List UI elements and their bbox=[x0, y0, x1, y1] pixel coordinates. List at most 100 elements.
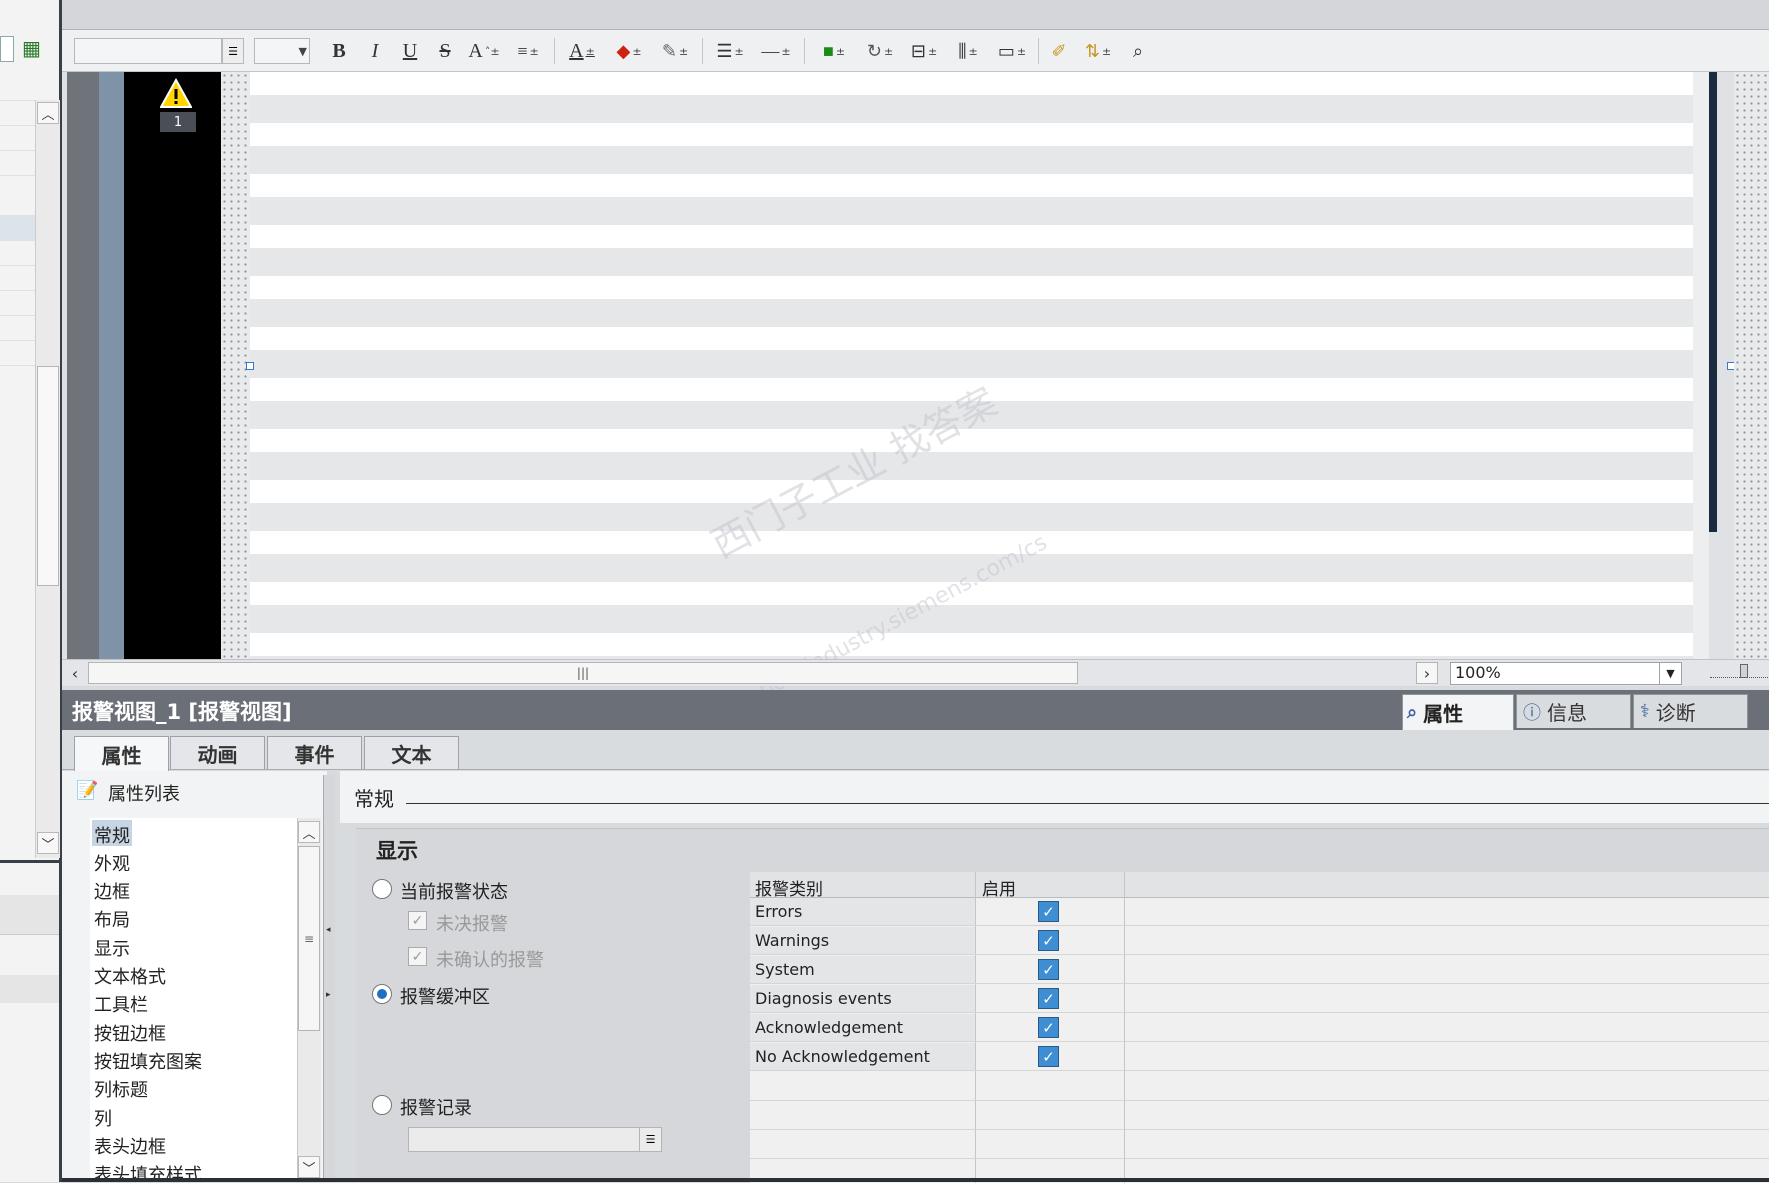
zoom-slider[interactable] bbox=[1710, 664, 1768, 678]
unacknowledged-label: 未确认的报警 bbox=[436, 950, 544, 971]
table-row[interactable]: Warnings ✓ bbox=[750, 927, 1769, 955]
rotate-icon[interactable]: ↻ ± bbox=[860, 38, 900, 64]
scroll-down-button[interactable]: ﹀ bbox=[37, 832, 59, 854]
list-item[interactable]: 表头填充样式 bbox=[94, 1161, 202, 1178]
list-button-icon[interactable]: ☰ bbox=[639, 1128, 661, 1151]
column-header-class: 报警类别 bbox=[755, 880, 823, 900]
table-row[interactable]: No Acknowledgement ✓ bbox=[750, 1043, 1769, 1071]
line-color-icon[interactable]: ✎ ± bbox=[654, 38, 696, 64]
list-item[interactable]: 外观 bbox=[94, 850, 130, 876]
expand-right-icon[interactable]: ▸ bbox=[326, 990, 331, 1000]
font-name-input[interactable] bbox=[74, 38, 222, 64]
line-weight-icon[interactable]: ☰ ± bbox=[710, 38, 750, 64]
same-size-icon[interactable]: ▭ ± bbox=[992, 38, 1032, 64]
list-item[interactable]: 列 bbox=[94, 1105, 112, 1131]
table-cell-class: No Acknowledgement bbox=[750, 1043, 975, 1070]
hscroll-thumb[interactable]: ||| bbox=[88, 662, 1078, 684]
table-cell-class: Diagnosis events bbox=[750, 985, 975, 1012]
table-cell-class: Warnings bbox=[750, 927, 975, 954]
resize-handle-left[interactable] bbox=[246, 362, 254, 370]
scroll-left-button[interactable]: ‹ bbox=[64, 662, 86, 684]
list-item[interactable]: 常规 bbox=[94, 822, 130, 848]
align-objects-icon[interactable]: ⊟ ± bbox=[904, 38, 944, 64]
scroll-thumb[interactable] bbox=[37, 366, 59, 586]
tab-events[interactable]: 事件 bbox=[267, 736, 362, 769]
canvas-hscrollbar[interactable]: ‹ ||| › 100% ▼ bbox=[62, 659, 1769, 686]
tab-texts[interactable]: 文本 bbox=[364, 736, 459, 769]
fill-color-icon[interactable]: ◆ ± bbox=[608, 38, 650, 64]
list-view-icon[interactable] bbox=[0, 36, 14, 62]
table-cell-class: System bbox=[750, 956, 975, 983]
zoom-select-icon[interactable]: ⌕ bbox=[1124, 38, 1152, 64]
table-row[interactable]: Diagnosis events ✓ bbox=[750, 985, 1769, 1013]
log-select[interactable]: ☰ bbox=[408, 1127, 662, 1152]
underline-button[interactable]: U bbox=[397, 38, 423, 64]
scroll-right-button[interactable]: › bbox=[1416, 662, 1438, 684]
list-item[interactable]: 显示 bbox=[94, 935, 130, 961]
tab-properties[interactable]: 属性 bbox=[74, 736, 169, 771]
table-row[interactable]: Acknowledgement ✓ bbox=[750, 1014, 1769, 1042]
property-list-scrollbar[interactable]: ︿ ≡ ﹀ bbox=[297, 818, 321, 1182]
font-list-button[interactable]: ☰ bbox=[222, 38, 244, 64]
project-tree-scrollbar[interactable]: ︿ ﹀ bbox=[35, 100, 60, 858]
alarm-view-toolbar[interactable]: 1 bbox=[124, 72, 221, 659]
scroll-up-button[interactable]: ︿ bbox=[37, 102, 59, 124]
alarm-view-frame bbox=[99, 72, 124, 659]
align-text-button[interactable]: ≡ ± bbox=[508, 38, 548, 64]
list-item[interactable]: 列标题 bbox=[94, 1076, 148, 1102]
chevron-down-icon[interactable]: ▼ bbox=[1659, 663, 1681, 684]
collapse-left-icon[interactable]: ◂ bbox=[326, 925, 331, 935]
layer-icon[interactable]: ⇅ ± bbox=[1078, 38, 1118, 64]
tab-diagnostics-inspector[interactable]: ⚕ 诊断 bbox=[1633, 694, 1748, 728]
list-item[interactable]: 表头边框 bbox=[94, 1133, 166, 1159]
canvas-vertical-ruler bbox=[1709, 72, 1717, 532]
list-item[interactable]: 工具栏 bbox=[94, 991, 148, 1017]
font-grow-button[interactable]: A ˄± bbox=[466, 38, 502, 64]
table-row[interactable]: System ✓ bbox=[750, 956, 1769, 984]
selection-border-right bbox=[1734, 72, 1769, 659]
strikethrough-button[interactable]: S bbox=[432, 38, 458, 64]
list-item[interactable]: 文本格式 bbox=[94, 963, 166, 989]
properties-icon: ⌕ bbox=[1407, 702, 1418, 723]
scroll-thumb[interactable]: ≡ bbox=[298, 846, 320, 1031]
buffer-label: 报警缓冲区 bbox=[400, 987, 490, 1008]
buffer-radio[interactable] bbox=[372, 984, 392, 1004]
zoom-slider-thumb[interactable] bbox=[1740, 664, 1748, 678]
tab-animations[interactable]: 动画 bbox=[170, 736, 265, 769]
list-item[interactable]: 按钮填充图案 bbox=[94, 1048, 202, 1074]
distribute-icon[interactable]: ⫼ ± bbox=[948, 38, 988, 64]
table-icon[interactable]: ▦ bbox=[22, 36, 46, 62]
zoom-select[interactable]: 100% ▼ bbox=[1450, 662, 1682, 685]
system-enabled-checkbox[interactable]: ✓ bbox=[1038, 959, 1059, 980]
warnings-enabled-checkbox[interactable]: ✓ bbox=[1038, 930, 1059, 951]
acknowledgement-enabled-checkbox[interactable]: ✓ bbox=[1038, 1017, 1059, 1038]
list-item[interactable]: 布局 bbox=[94, 906, 130, 932]
list-item[interactable]: 边框 bbox=[94, 878, 130, 904]
scroll-down-button[interactable]: ﹀ bbox=[298, 1156, 320, 1178]
no-acknowledgement-enabled-checkbox[interactable]: ✓ bbox=[1038, 1046, 1059, 1067]
pending-checkbox[interactable]: ✓ bbox=[408, 911, 427, 930]
line-style-icon[interactable]: — ± bbox=[756, 38, 796, 64]
font-size-select[interactable]: ▼ bbox=[254, 38, 310, 64]
scroll-up-button[interactable]: ︿ bbox=[298, 821, 320, 843]
bold-button[interactable]: B bbox=[326, 38, 352, 64]
format-toolbar: ☰ ▼ B I U S A ˄± ≡ ± A ± ◆ ± ✎ ± ☰ ± — ± ■ ± ↻ ± … bbox=[62, 30, 1769, 72]
arrange-icon[interactable]: ■ ± bbox=[814, 38, 854, 64]
diagnosis-enabled-checkbox[interactable]: ✓ bbox=[1038, 988, 1059, 1009]
warning-icon[interactable] bbox=[159, 77, 193, 110]
tab-info-inspector[interactable]: ⓘ 信息 bbox=[1516, 694, 1631, 728]
font-color-button[interactable]: A ± bbox=[562, 38, 602, 64]
log-radio[interactable] bbox=[372, 1095, 392, 1115]
list-item[interactable]: 按钮边框 bbox=[94, 1020, 166, 1046]
unacknowledged-checkbox[interactable]: ✓ bbox=[408, 947, 427, 966]
section-title: 常规 bbox=[354, 787, 394, 811]
splitter[interactable]: ◂ ▸ bbox=[323, 775, 335, 1182]
pending-label: 未决报警 bbox=[436, 914, 508, 935]
tab-properties-inspector[interactable]: ⌕ 属性 bbox=[1402, 694, 1514, 730]
current-state-radio[interactable] bbox=[372, 879, 392, 899]
format-painter-icon[interactable]: ✐ bbox=[1046, 38, 1072, 64]
italic-button[interactable]: I bbox=[362, 38, 388, 64]
property-list-icon: 📝 bbox=[76, 780, 99, 801]
errors-enabled-checkbox[interactable]: ✓ bbox=[1038, 901, 1059, 922]
table-row[interactable]: Errors ✓ bbox=[750, 898, 1769, 926]
